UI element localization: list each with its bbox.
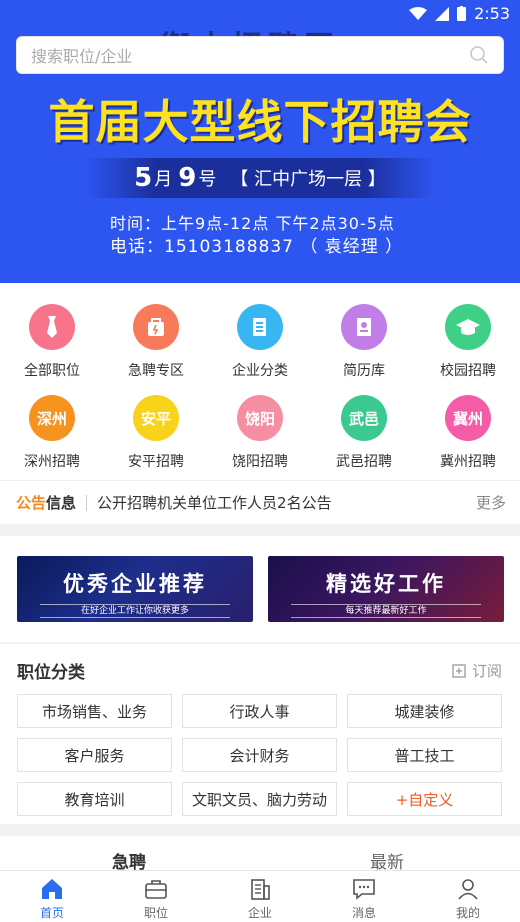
banner-time-line: 时间：上午9点-12点 下午2点30-5点: [110, 214, 395, 233]
nav-companies[interactable]: 企业: [208, 871, 312, 922]
shenzhou-badge-icon: 深州: [29, 395, 75, 441]
subscribe-label: 订阅: [471, 662, 502, 680]
graduation-cap-icon: [445, 304, 491, 350]
listing-tabs: 急聘 最新: [0, 836, 520, 873]
nav-label: 首页: [39, 906, 64, 920]
job-category-title: 职位分类: [17, 663, 85, 683]
category-campus[interactable]: 校园招聘: [416, 304, 520, 380]
category-label: 深州招聘: [24, 454, 80, 470]
notice-more-link[interactable]: 更多: [476, 492, 506, 513]
category-label: 冀州招聘: [440, 454, 496, 470]
banner-date-bar: 5 月 9 号 【 汇中广场一层 】: [86, 158, 434, 198]
app-screen: 衡水招聘网 2:53 首届大型线下招聘会 5 月 9 号 【 汇中广场一层 】 …: [0, 0, 520, 922]
home-icon: [42, 879, 62, 899]
nav-label: 我的: [455, 906, 480, 920]
job-tag-hr[interactable]: 行政人事: [182, 694, 337, 728]
nav-label: 企业: [247, 906, 272, 920]
banner-headline: 首届大型线下招聘会: [48, 95, 472, 149]
category-resume-bank[interactable]: 简历库: [312, 304, 416, 380]
notice-tag-b: 信息: [46, 494, 77, 512]
signal-icon: [435, 6, 450, 21]
promo-subtitle: 在好企业工作让你收获更多: [40, 604, 230, 618]
company-icon: [251, 879, 270, 900]
status-bar: 2:53: [0, 0, 520, 28]
date-month-number: 5: [134, 163, 153, 193]
wuyi-badge-icon: 武邑: [341, 395, 387, 441]
date-month: 月: [154, 169, 173, 190]
category-urgent[interactable]: 急聘专区: [104, 304, 208, 380]
wifi-icon: [409, 6, 428, 20]
bag-icon: [133, 304, 179, 350]
battery-icon: [457, 6, 467, 21]
resume-icon: [341, 304, 387, 350]
category-raoyang[interactable]: 饶阳 饶阳招聘: [208, 395, 312, 471]
search-input[interactable]: 搜索职位/企业: [31, 43, 469, 67]
nav-profile[interactable]: 我的: [416, 871, 520, 922]
job-tag-accounting[interactable]: 会计财务: [182, 738, 337, 772]
date-day: 号: [198, 169, 217, 190]
building-icon: [237, 304, 283, 350]
job-tag-custom[interactable]: +自定义: [347, 782, 502, 816]
category-company-types[interactable]: 企业分类: [208, 304, 312, 380]
category-label: 企业分类: [232, 363, 288, 379]
briefcase-icon: [145, 880, 167, 899]
notice-bar[interactable]: 公告信息 公开招聘机关单位工作人员2名公告 更多: [0, 480, 520, 524]
notice-text[interactable]: 公开招聘机关单位工作人员2名公告: [97, 492, 476, 513]
promo-subtitle: 每天推荐最新好工作: [291, 604, 481, 618]
job-tag-education[interactable]: 教育培训: [17, 782, 172, 816]
banner-phone-line: 电话：15103188837 （ 袁经理 ）: [110, 237, 404, 257]
category-all-jobs[interactable]: 全部职位: [0, 304, 104, 380]
category-label: 简历库: [343, 363, 385, 379]
nav-label: 消息: [351, 906, 376, 920]
status-icons: 2:53: [409, 4, 510, 23]
promo-title: 精选好工作: [326, 572, 446, 596]
nav-home[interactable]: 首页: [0, 871, 104, 922]
date-day-number: 9: [178, 163, 197, 193]
promo-section: 优秀企业推荐 在好企业工作让你收获更多 精选好工作 每天推荐最新好工作: [0, 536, 520, 642]
category-anping[interactable]: 安平 安平招聘: [104, 395, 208, 471]
category-shenzhou[interactable]: 深州 深州招聘: [0, 395, 104, 471]
category-label: 饶阳招聘: [232, 454, 288, 470]
nav-label: 职位: [143, 906, 168, 920]
banner-place: 【 汇中广场一层 】: [230, 169, 386, 190]
job-tag-clerical[interactable]: 文职文员、脑力劳动: [182, 782, 337, 816]
tie-icon: [29, 304, 75, 350]
subscribe-button[interactable]: 订阅: [452, 660, 502, 681]
job-tag-customer-service[interactable]: 客户服务: [17, 738, 172, 772]
anping-badge-icon: 安平: [133, 395, 179, 441]
nav-messages[interactable]: 消息: [312, 871, 416, 922]
promo-selected-jobs[interactable]: 精选好工作 每天推荐最新好工作: [268, 556, 504, 622]
search-bar[interactable]: 搜索职位/企业: [16, 36, 504, 74]
promo-title: 优秀企业推荐: [63, 572, 207, 596]
notice-tag-a: 公告: [16, 494, 47, 512]
notice-tag: 公告信息: [16, 492, 76, 513]
category-label: 校园招聘: [440, 363, 496, 379]
job-tag-construction[interactable]: 城建装修: [347, 694, 502, 728]
user-icon: [458, 879, 478, 900]
category-label: 安平招聘: [128, 454, 184, 470]
raoyang-badge-icon: 饶阳: [237, 395, 283, 441]
nav-jobs[interactable]: 职位: [104, 871, 208, 922]
job-category-section: 职位分类 订阅 市场销售、业务 行政人事 城建装修 客户服务 会计财务 普工技工…: [0, 644, 520, 824]
job-tag-technician[interactable]: 普工技工: [347, 738, 502, 772]
notice-divider: [86, 494, 88, 511]
status-time: 2:53: [474, 4, 510, 23]
message-icon: [353, 879, 375, 900]
promo-excellent-companies[interactable]: 优秀企业推荐 在好企业工作让你收获更多: [17, 556, 253, 622]
category-label: 全部职位: [24, 363, 80, 379]
bottom-navigation: 首页 职位 企业 消息 我的: [0, 870, 520, 922]
subscribe-icon: [452, 663, 466, 678]
category-wuyi[interactable]: 武邑 武邑招聘: [312, 395, 416, 471]
search-icon[interactable]: [469, 45, 489, 65]
category-label: 急聘专区: [128, 363, 184, 379]
category-jizhou[interactable]: 冀州 冀州招聘: [416, 395, 520, 471]
category-label: 武邑招聘: [336, 454, 392, 470]
job-tag-sales[interactable]: 市场销售、业务: [17, 694, 172, 728]
category-grid: 全部职位 急聘专区 企业分类 简历库 校园招聘 深州 深州招聘 安平 安平招聘 …: [0, 283, 520, 480]
jizhou-badge-icon: 冀州: [445, 395, 491, 441]
